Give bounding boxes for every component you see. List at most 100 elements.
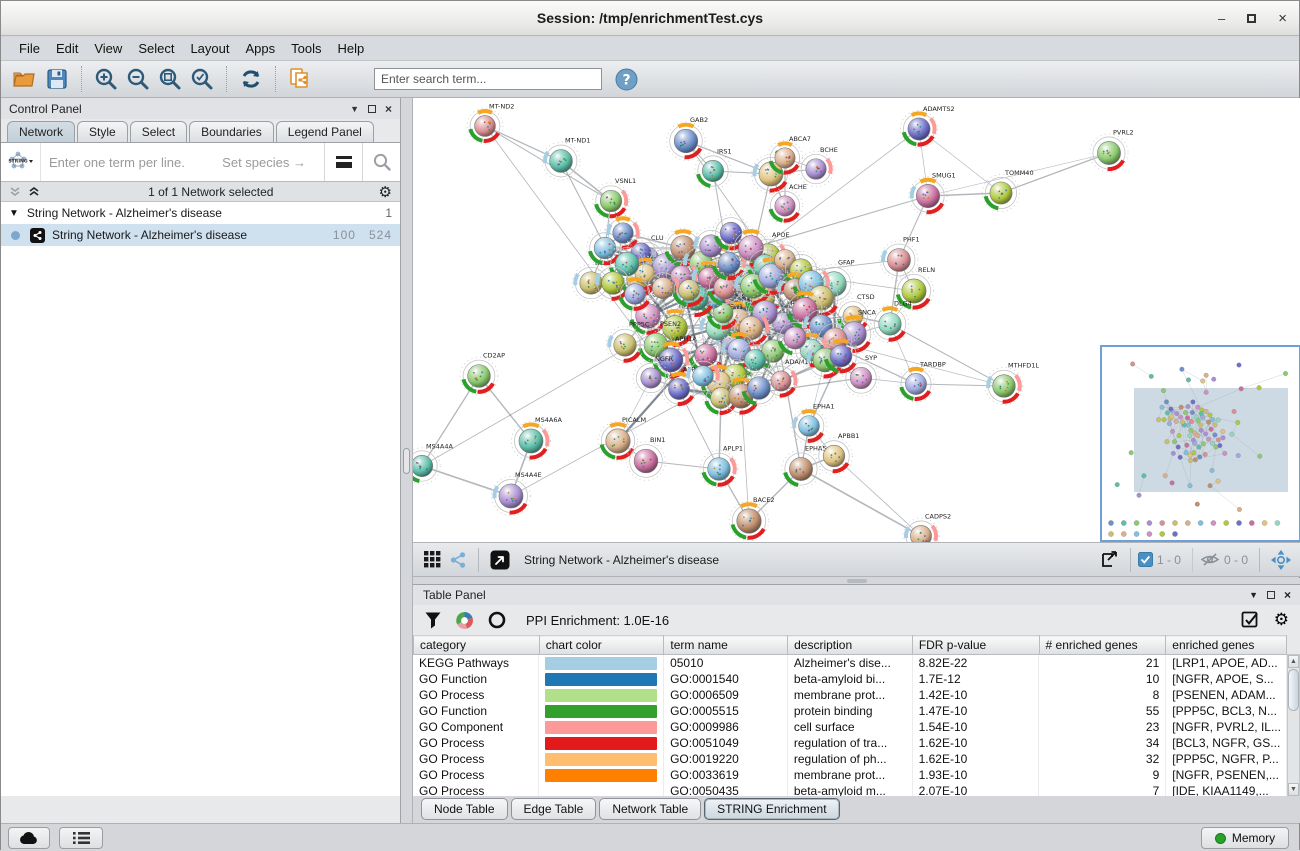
network-canvas[interactable]: MT-ND2MT-ND1VSNL1GAB2IRS1CHATABCA7BCHEAC…: [413, 98, 1300, 542]
search-input[interactable]: [374, 68, 602, 90]
network-node[interactable]: ADAMTS2: [900, 105, 954, 148]
panel-splitter[interactable]: [401, 98, 413, 823]
cloud-jobs-button[interactable]: [8, 827, 50, 849]
network-node[interactable]: SMUG1: [909, 171, 956, 215]
navigator-toggle-button[interactable]: [1267, 545, 1295, 575]
table-row[interactable]: GO ProcessGO:0051049regulation of tra...…: [413, 735, 1287, 751]
network-node[interactable]: CADPS2: [903, 512, 951, 542]
panel-menu-icon[interactable]: ▼: [350, 104, 359, 114]
column-header-description[interactable]: description: [788, 636, 913, 655]
network-node[interactable]: BACE2: [729, 496, 774, 541]
network-node[interactable]: MT-ND2: [467, 103, 514, 144]
close-panel-icon[interactable]: ×: [385, 102, 392, 116]
menu-apps[interactable]: Apps: [238, 38, 284, 59]
network-node[interactable]: APLP1: [700, 445, 743, 488]
tab-edge-table[interactable]: Edge Table: [511, 798, 597, 820]
network-node[interactable]: BCHE: [798, 146, 838, 187]
table-row[interactable]: GO ProcessGO:0033619membrane prot...1.93…: [413, 767, 1287, 783]
zoom-in-button[interactable]: [90, 64, 122, 94]
string-search-button[interactable]: [362, 143, 400, 181]
tab-select[interactable]: Select: [130, 121, 187, 142]
table-row[interactable]: KEGG Pathways05010Alzheimer's dise...8.8…: [413, 655, 1287, 671]
column-header-FDR-p-value[interactable]: FDR p-value: [912, 636, 1039, 655]
table-float-panel-icon[interactable]: [1267, 588, 1275, 602]
menu-layout[interactable]: Layout: [182, 38, 237, 59]
table-splitter-grip[interactable]: [847, 579, 867, 583]
menu-tools[interactable]: Tools: [283, 38, 329, 59]
grid-mode-button[interactable]: [419, 545, 445, 575]
network-options-gear-icon[interactable]: ⚙: [379, 183, 392, 201]
table-settings-gear-icon[interactable]: ⚙: [1274, 610, 1289, 630]
filter-icon[interactable]: [425, 612, 441, 629]
network-node[interactable]: APBB1: [816, 432, 860, 474]
tab-network-table[interactable]: Network Table: [599, 798, 701, 820]
tab-boundaries[interactable]: Boundaries: [189, 121, 274, 142]
network-node[interactable]: MS4A6A: [511, 416, 562, 461]
scroll-down-button[interactable]: ▼: [1288, 783, 1299, 796]
zoom-out-button[interactable]: [122, 64, 154, 94]
open-in-string-button[interactable]: [486, 545, 514, 575]
table-row[interactable]: GO FunctionGO:0005515protein binding1.47…: [413, 703, 1287, 719]
maximize-button[interactable]: [1247, 11, 1256, 26]
float-panel-icon[interactable]: [368, 102, 376, 116]
string-options-button[interactable]: [324, 143, 362, 181]
collapse-all-icon[interactable]: [9, 185, 24, 199]
scrollbar-thumb[interactable]: [1288, 669, 1299, 711]
help-button[interactable]: ?: [610, 64, 642, 94]
save-session-button[interactable]: [41, 64, 73, 94]
zoom-fit-button[interactable]: [154, 64, 186, 94]
table-row[interactable]: GO FunctionGO:0001540beta-amyloid bi...1…: [413, 671, 1287, 687]
network-navigator[interactable]: [1101, 346, 1300, 541]
splitter-grip[interactable]: [403, 448, 410, 474]
network-node[interactable]: TARDBP: [898, 360, 946, 402]
network-node[interactable]: GAB2: [667, 116, 708, 160]
menu-edit[interactable]: Edit: [48, 38, 86, 59]
string-query-input[interactable]: Enter one term per line. Set species →: [41, 155, 324, 170]
network-row[interactable]: String Network - Alzheimer's disease 100…: [1, 224, 400, 246]
table-panel-menu-icon[interactable]: ▼: [1249, 590, 1258, 600]
network-node[interactable]: MS4A4A: [413, 442, 453, 484]
network-from-clipboard-button[interactable]: [284, 64, 316, 94]
network-node[interactable]: MT-ND1: [542, 137, 590, 180]
network-node[interactable]: EPHA1: [791, 403, 834, 444]
menu-file[interactable]: File: [11, 38, 48, 59]
column-header-term-name[interactable]: term name: [664, 636, 788, 655]
column-header-chart-color[interactable]: chart color: [539, 636, 664, 655]
network-node[interactable]: VSNL1: [593, 177, 636, 219]
share-view-button[interactable]: [445, 545, 471, 575]
network-node[interactable]: PHF1: [880, 236, 920, 279]
table-row[interactable]: GO ProcessGO:0019220regulation of ph...1…: [413, 751, 1287, 767]
ring-chart-icon[interactable]: [488, 611, 506, 629]
table-vertical-scrollbar[interactable]: ▲ ▼: [1287, 654, 1300, 797]
network-node[interactable]: MTHFD1L: [985, 362, 1039, 405]
table-row[interactable]: GO ProcessGO:0006509membrane prot...1.42…: [413, 687, 1287, 703]
network-node[interactable]: PVRL2: [1090, 128, 1134, 172]
open-session-button[interactable]: [9, 64, 41, 94]
tab-node-table[interactable]: Node Table: [421, 798, 508, 820]
tab-network[interactable]: Network: [7, 121, 75, 142]
tab-legend-panel[interactable]: Legend Panel: [276, 121, 374, 142]
column-header-category[interactable]: category: [414, 636, 540, 655]
string-search-provider-button[interactable]: STRING: [1, 143, 41, 181]
close-button[interactable]: ×: [1278, 10, 1287, 27]
select-columns-icon[interactable]: [1241, 611, 1260, 630]
minimize-button[interactable]: –: [1218, 11, 1225, 26]
network-node[interactable]: ABCA7: [767, 135, 811, 176]
column-header-enriched-genes[interactable]: enriched genes: [1166, 636, 1287, 655]
column-header--enriched-genes[interactable]: # enriched genes: [1039, 636, 1166, 655]
network-node[interactable]: BIN1: [627, 436, 666, 480]
chart-color-icon[interactable]: [455, 611, 474, 630]
network-node[interactable]: TOMM40: [982, 169, 1033, 212]
table-row[interactable]: GO ComponentGO:0009986cell surface1.54E-…: [413, 719, 1287, 735]
network-node[interactable]: CD2AP: [460, 352, 505, 395]
memory-button[interactable]: Memory: [1201, 827, 1289, 849]
task-history-button[interactable]: [59, 827, 103, 849]
refresh-network-button[interactable]: [235, 64, 267, 94]
network-node[interactable]: MS4A4E: [491, 471, 541, 516]
expand-all-icon[interactable]: [28, 185, 43, 199]
tab-style[interactable]: Style: [77, 121, 128, 142]
table-close-panel-icon[interactable]: ×: [1284, 588, 1291, 602]
tab-string-enrichment[interactable]: STRING Enrichment: [704, 798, 839, 820]
export-network-button[interactable]: [1095, 545, 1123, 575]
scroll-up-button[interactable]: ▲: [1288, 655, 1299, 668]
